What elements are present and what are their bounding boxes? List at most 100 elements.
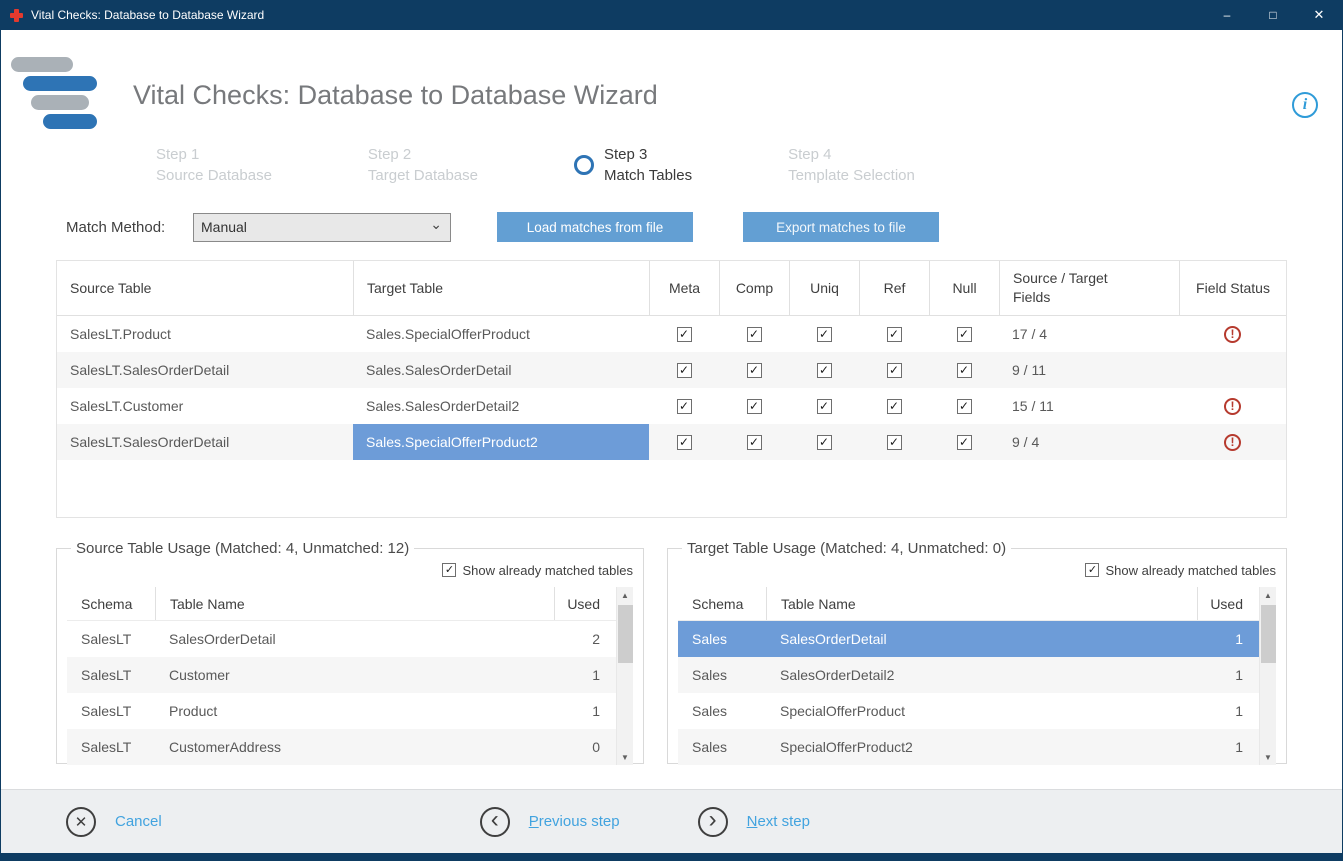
null-checkbox[interactable]: ✓: [957, 327, 972, 342]
info-icon[interactable]: i: [1292, 92, 1318, 118]
usage-table-row[interactable]: SalesLTSalesOrderDetail2: [67, 621, 616, 657]
table-name-cell: SalesOrderDetail2: [766, 657, 1197, 693]
scroll-down-icon[interactable]: ▼: [621, 749, 629, 765]
table-name-cell: CustomerAddress: [155, 729, 554, 765]
fields-count-cell: 17 / 4: [999, 316, 1179, 352]
active-step-circle-icon: [574, 155, 594, 175]
next-step-label: Next step: [747, 813, 810, 830]
target-vertical-scrollbar[interactable]: ▲ ▼: [1259, 587, 1276, 765]
window-controls: – □ ✕: [1204, 0, 1342, 30]
comp-checkbox[interactable]: ✓: [747, 363, 762, 378]
usage-column-header: Table Name: [766, 587, 1197, 620]
usage-table-row[interactable]: SalesLTCustomer1: [67, 657, 616, 693]
app-cross-icon: [10, 9, 23, 22]
close-button[interactable]: ✕: [1296, 0, 1342, 30]
fields-count-cell: 9 / 4: [999, 424, 1179, 460]
ref-checkbox[interactable]: ✓: [887, 363, 902, 378]
match-table: Source TableTarget TableMetaCompUniqRefN…: [56, 260, 1287, 518]
step-4[interactable]: Step 4Template Selection: [788, 142, 915, 188]
ref-checkbox[interactable]: ✓: [887, 327, 902, 342]
uniq-cell: ✓: [789, 388, 859, 424]
match-table-row[interactable]: SalesLT.ProductSales.SpecialOfferProduct…: [57, 316, 1286, 352]
match-table-row[interactable]: SalesLT.CustomerSales.SalesOrderDetail2✓…: [57, 388, 1286, 424]
step-label: Target Database: [368, 167, 478, 184]
target-usage-title: Target Table Usage (Matched: 4, Unmatche…: [682, 540, 1011, 557]
step-1[interactable]: Step 1Source Database: [156, 142, 272, 188]
meta-checkbox[interactable]: ✓: [677, 363, 692, 378]
ref-cell: ✓: [859, 424, 929, 460]
meta-checkbox[interactable]: ✓: [677, 435, 692, 450]
meta-cell: ✓: [649, 352, 719, 388]
source-table-cell: SalesLT.SalesOrderDetail: [57, 352, 353, 388]
used-count-cell: 1: [1197, 693, 1259, 729]
table-name-cell: SalesOrderDetail: [766, 621, 1197, 657]
comp-checkbox[interactable]: ✓: [747, 435, 762, 450]
next-step-button[interactable]: › Next step: [698, 807, 810, 837]
target-table-cell[interactable]: Sales.SalesOrderDetail2: [353, 388, 649, 424]
usage-table-row[interactable]: SalesSpecialOfferProduct21: [678, 729, 1259, 765]
comp-checkbox[interactable]: ✓: [747, 399, 762, 414]
usage-table-row[interactable]: SalesLTCustomerAddress0: [67, 729, 616, 765]
used-count-cell: 1: [1197, 621, 1259, 657]
uniq-checkbox[interactable]: ✓: [817, 435, 832, 450]
step-3[interactable]: Step 3Match Tables: [574, 142, 692, 188]
minimize-button[interactable]: –: [1204, 0, 1250, 30]
scroll-up-icon[interactable]: ▲: [621, 587, 629, 603]
match-column-header: Source Table: [57, 261, 353, 315]
scroll-up-icon[interactable]: ▲: [1264, 587, 1272, 603]
export-matches-button[interactable]: Export matches to file: [743, 212, 939, 242]
usage-table-row[interactable]: SalesSalesOrderDetail1: [678, 621, 1259, 657]
meta-checkbox[interactable]: ✓: [677, 399, 692, 414]
window-bottom-edge: [1, 853, 1342, 861]
cancel-button[interactable]: ✕ Cancel: [66, 807, 162, 837]
null-cell: ✓: [929, 388, 999, 424]
null-checkbox[interactable]: ✓: [957, 435, 972, 450]
source-vertical-scrollbar[interactable]: ▲ ▼: [616, 587, 633, 765]
target-usage-header: SchemaTable NameUsed: [678, 587, 1259, 621]
previous-step-button[interactable]: ‹ Previous step: [480, 807, 620, 837]
scrollbar-thumb[interactable]: [1261, 605, 1276, 663]
used-count-cell: 1: [1197, 729, 1259, 765]
step-2[interactable]: Step 2Target Database: [368, 142, 478, 188]
source-usage-title: Source Table Usage (Matched: 4, Unmatche…: [71, 540, 414, 557]
match-table-row[interactable]: SalesLT.SalesOrderDetailSales.SpecialOff…: [57, 424, 1286, 460]
usage-table-row[interactable]: SalesSpecialOfferProduct1: [678, 693, 1259, 729]
uniq-checkbox[interactable]: ✓: [817, 327, 832, 342]
titlebar: Vital Checks: Database to Database Wizar…: [1, 0, 1342, 30]
target-show-matched-checkbox[interactable]: ✓: [1085, 563, 1099, 577]
schema-cell: SalesLT: [67, 657, 155, 693]
load-matches-button[interactable]: Load matches from file: [497, 212, 693, 242]
usage-table-row[interactable]: SalesSalesOrderDetail21: [678, 657, 1259, 693]
ref-checkbox[interactable]: ✓: [887, 435, 902, 450]
match-method-row: Match Method: Manual ⌄ Load matches from…: [66, 212, 1342, 242]
target-table-cell[interactable]: Sales.SpecialOfferProduct2: [353, 424, 649, 460]
step-name: Step 4: [788, 146, 915, 163]
source-show-matched-toggle[interactable]: ✓ Show already matched tables: [67, 559, 633, 581]
target-show-matched-toggle[interactable]: ✓ Show already matched tables: [678, 559, 1276, 581]
match-column-header: Target Table: [353, 261, 649, 315]
comp-checkbox[interactable]: ✓: [747, 327, 762, 342]
uniq-checkbox[interactable]: ✓: [817, 363, 832, 378]
null-checkbox[interactable]: ✓: [957, 363, 972, 378]
meta-cell: ✓: [649, 316, 719, 352]
step-text: Step 1Source Database: [156, 146, 272, 184]
target-usage-table: SchemaTable NameUsed SalesSalesOrderDeta…: [678, 587, 1276, 765]
ref-cell: ✓: [859, 352, 929, 388]
ref-checkbox[interactable]: ✓: [887, 399, 902, 414]
scroll-down-icon[interactable]: ▼: [1264, 749, 1272, 765]
scrollbar-thumb[interactable]: [618, 605, 633, 663]
match-column-header: Ref: [859, 261, 929, 315]
source-show-matched-checkbox[interactable]: ✓: [442, 563, 456, 577]
schema-cell: SalesLT: [67, 621, 155, 657]
meta-checkbox[interactable]: ✓: [677, 327, 692, 342]
wizard-header: Vital Checks: Database to Database Wizar…: [1, 30, 1342, 140]
null-checkbox[interactable]: ✓: [957, 399, 972, 414]
match-table-row[interactable]: SalesLT.SalesOrderDetailSales.SalesOrder…: [57, 352, 1286, 388]
maximize-button[interactable]: □: [1250, 0, 1296, 30]
usage-table-row[interactable]: SalesLTProduct1: [67, 693, 616, 729]
uniq-checkbox[interactable]: ✓: [817, 399, 832, 414]
target-table-cell[interactable]: Sales.SalesOrderDetail: [353, 352, 649, 388]
target-table-cell[interactable]: Sales.SpecialOfferProduct: [353, 316, 649, 352]
match-method-select[interactable]: Manual ⌄: [193, 213, 451, 242]
previous-step-label: Previous step: [529, 813, 620, 830]
